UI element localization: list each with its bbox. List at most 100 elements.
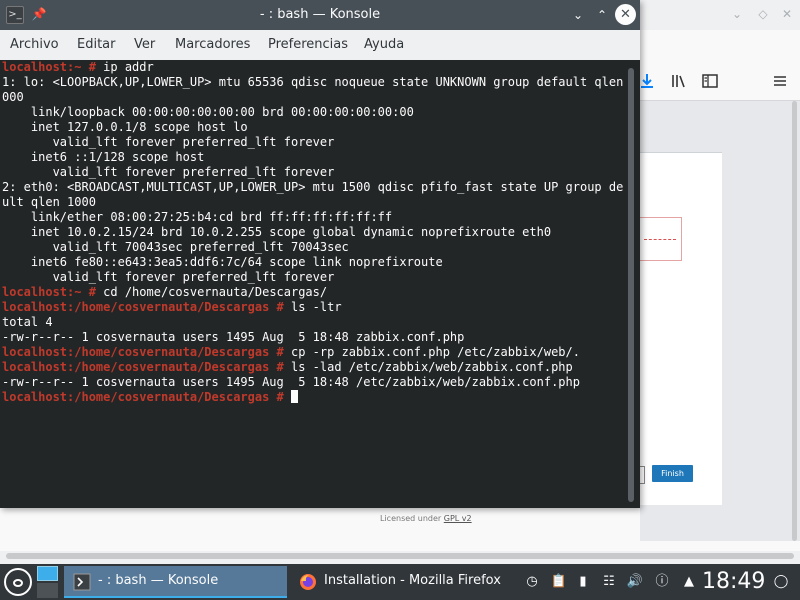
network-icon[interactable]: ☷: [599, 572, 619, 592]
license-link[interactable]: GPL v2: [444, 514, 472, 523]
desktop-1[interactable]: [37, 566, 58, 581]
terminal-scrollbar[interactable]: [624, 60, 640, 508]
terminal-line: ult qlen 1000: [2, 195, 624, 210]
terminal-line: -rw-r--r-- 1 cosvernauta users 1495 Aug …: [2, 375, 624, 390]
error-divider: [644, 239, 676, 240]
output-text: valid_lft 70043sec preferred_lft 70043se…: [2, 240, 349, 254]
command-text: ip addr: [95, 60, 154, 74]
output-text: valid_lft forever preferred_lft forever: [2, 135, 335, 149]
terminal-line: link/ether 08:00:27:25:b4:cd brd ff:ff:f…: [2, 210, 624, 225]
command-text: ls -ltr: [283, 300, 342, 314]
task-label: Installation - Mozilla Firefox: [324, 573, 501, 588]
terminal-line: inet6 fe80::e643:3ea5:ddf6:7c/64 scope l…: [2, 255, 624, 270]
output-text: inet 10.0.2.15/24 brd 10.0.2.255 scope g…: [2, 225, 552, 239]
terminal-line: localhost:~ # cd /home/cosvernauta/Desca…: [2, 285, 624, 300]
terminal-line: localhost:/home/cosvernauta/Descargas #: [2, 390, 624, 405]
terminal-line: valid_lft 70043sec preferred_lft 70043se…: [2, 240, 624, 255]
license-prefix: Licensed under: [380, 514, 444, 523]
terminal-icon: [73, 573, 91, 591]
sidebar-icon[interactable]: [701, 72, 719, 90]
terminal-line: inet6 ::1/128 scope host: [2, 150, 624, 165]
konsole-window: - : bash — Konsole >_ 📌 ⌄ ⌃ ✕ Archivo Ed…: [0, 0, 640, 508]
application-launcher-icon[interactable]: [4, 568, 32, 596]
terminal-line: total 4: [2, 315, 624, 330]
tray-expand-icon[interactable]: ▲: [679, 572, 699, 592]
show-desktop-icon[interactable]: ◯: [771, 572, 791, 592]
terminal-line: localhost:/home/cosvernauta/Descargas # …: [2, 300, 624, 315]
konsole-menubar: Archivo Editar Ver Marcadores Preferenci…: [0, 30, 640, 60]
usb-device-icon[interactable]: ▮: [573, 572, 593, 592]
library-icon[interactable]: [670, 72, 688, 90]
terminal-line: 2: eth0: <BROADCAST,MULTICAST,UP,LOWER_U…: [2, 180, 624, 195]
output-text: inet6 ::1/128 scope host: [2, 150, 205, 164]
installer-panel: [640, 152, 722, 505]
menu-marcadores[interactable]: Marcadores: [175, 30, 250, 60]
close-icon[interactable]: ✕: [779, 6, 795, 22]
terminal-line: 000: [2, 90, 624, 105]
task-label: - : bash — Konsole: [98, 573, 219, 588]
scrollbar-thumb[interactable]: [792, 101, 797, 541]
license-text: Licensed under GPL v2: [380, 514, 472, 523]
minimize-icon[interactable]: ⌄: [729, 6, 745, 22]
konsole-titlebar[interactable]: - : bash — Konsole >_ 📌 ⌄ ⌃ ✕: [0, 0, 640, 30]
menu-archivo[interactable]: Archivo: [10, 30, 59, 60]
menu-preferencias[interactable]: Preferencias: [268, 30, 348, 60]
scrollbar-thumb[interactable]: [6, 553, 794, 559]
terminal-line: localhost:/home/cosvernauta/Descargas # …: [2, 360, 624, 375]
back-button[interactable]: [640, 466, 645, 484]
desktop-2[interactable]: [37, 583, 58, 598]
output-text: link/loopback 00:00:00:00:00:00 brd 00:0…: [2, 105, 414, 119]
menu-ayuda[interactable]: Ayuda: [364, 30, 404, 60]
output-text: total 4: [2, 315, 53, 329]
window-title: - : bash — Konsole: [259, 7, 381, 22]
output-text: 000: [2, 90, 24, 104]
virtual-desktop-pager[interactable]: [37, 566, 58, 598]
maximize-icon[interactable]: ⌃: [592, 5, 612, 25]
clipboard-icon[interactable]: 📋: [549, 572, 569, 592]
download-icon[interactable]: [638, 72, 656, 90]
shell-prompt: localhost:~ #: [2, 60, 96, 74]
shell-prompt: localhost:/home/cosvernauta/Descargas #: [2, 300, 284, 314]
close-icon[interactable]: ✕: [615, 4, 636, 25]
task-firefox[interactable]: Installation - Mozilla Firefox: [290, 566, 512, 598]
terminal-line: localhost:~ # ip addr: [2, 60, 624, 75]
output-text: ult qlen 1000: [2, 195, 96, 209]
clock[interactable]: 18:49: [702, 564, 765, 600]
terminal-line: valid_lft forever preferred_lft forever: [2, 270, 624, 285]
menu-editar[interactable]: Editar: [77, 30, 116, 60]
terminal-line: inet 10.0.2.15/24 brd 10.0.2.255 scope g…: [2, 225, 624, 240]
terminal-line: 1: lo: <LOOPBACK,UP,LOWER_UP> mtu 65536 …: [2, 75, 624, 90]
output-text: link/ether 08:00:27:25:b4:cd brd ff:ff:f…: [2, 210, 393, 224]
pin-icon[interactable]: 📌: [31, 6, 47, 22]
terminal-app-icon[interactable]: >_: [6, 6, 24, 24]
output-text: inet6 fe80::e643:3ea5:ddf6:7c/64 scope l…: [2, 255, 443, 269]
finish-button[interactable]: Finish: [652, 465, 693, 482]
menu-ver[interactable]: Ver: [134, 30, 155, 60]
minimize-icon[interactable]: ⌄: [568, 5, 588, 25]
notifications-icon[interactable]: ⓘ: [652, 572, 672, 592]
maximize-icon[interactable]: ◇: [755, 6, 771, 22]
shell-prompt: localhost:~ #: [2, 285, 96, 299]
command-text: [284, 390, 291, 404]
terminal-line: link/loopback 00:00:00:00:00:00 brd 00:0…: [2, 105, 624, 120]
firefox-horizontal-scrollbar[interactable]: [0, 551, 800, 560]
output-text: valid_lft forever preferred_lft forever: [2, 270, 335, 284]
command-text: cd /home/cosvernauta/Descargas/: [95, 285, 328, 299]
firefox-icon: [300, 574, 316, 590]
taskbar: - : bash — Konsole Installation - Mozill…: [0, 564, 800, 600]
scrollbar-thumb[interactable]: [628, 68, 634, 502]
hamburger-menu-icon[interactable]: [771, 72, 789, 90]
terminal-area[interactable]: localhost:~ # ip addr 1: lo: <LOOPBACK,UP…: [0, 60, 624, 508]
shell-prompt: localhost:/home/cosvernauta/Descargas #: [2, 345, 284, 359]
output-text: valid_lft forever preferred_lft forever: [2, 165, 335, 179]
task-konsole[interactable]: - : bash — Konsole: [64, 566, 287, 598]
volume-icon[interactable]: 🔊: [625, 572, 645, 592]
terminal-line: inet 127.0.0.1/8 scope host lo: [2, 120, 624, 135]
output-text: -rw-r--r-- 1 cosvernauta users 1495 Aug …: [2, 330, 465, 344]
updates-icon[interactable]: ◷: [522, 572, 542, 592]
terminal-line: localhost:/home/cosvernauta/Descargas # …: [2, 345, 624, 360]
firefox-vertical-scrollbar[interactable]: [790, 101, 798, 541]
command-text: cp -rp zabbix.conf.php /etc/zabbix/web/.: [283, 345, 580, 359]
terminal-output: localhost:~ # ip addr 1: lo: <LOOPBACK,UP…: [2, 60, 624, 405]
output-text: inet 127.0.0.1/8 scope host lo: [2, 120, 248, 134]
